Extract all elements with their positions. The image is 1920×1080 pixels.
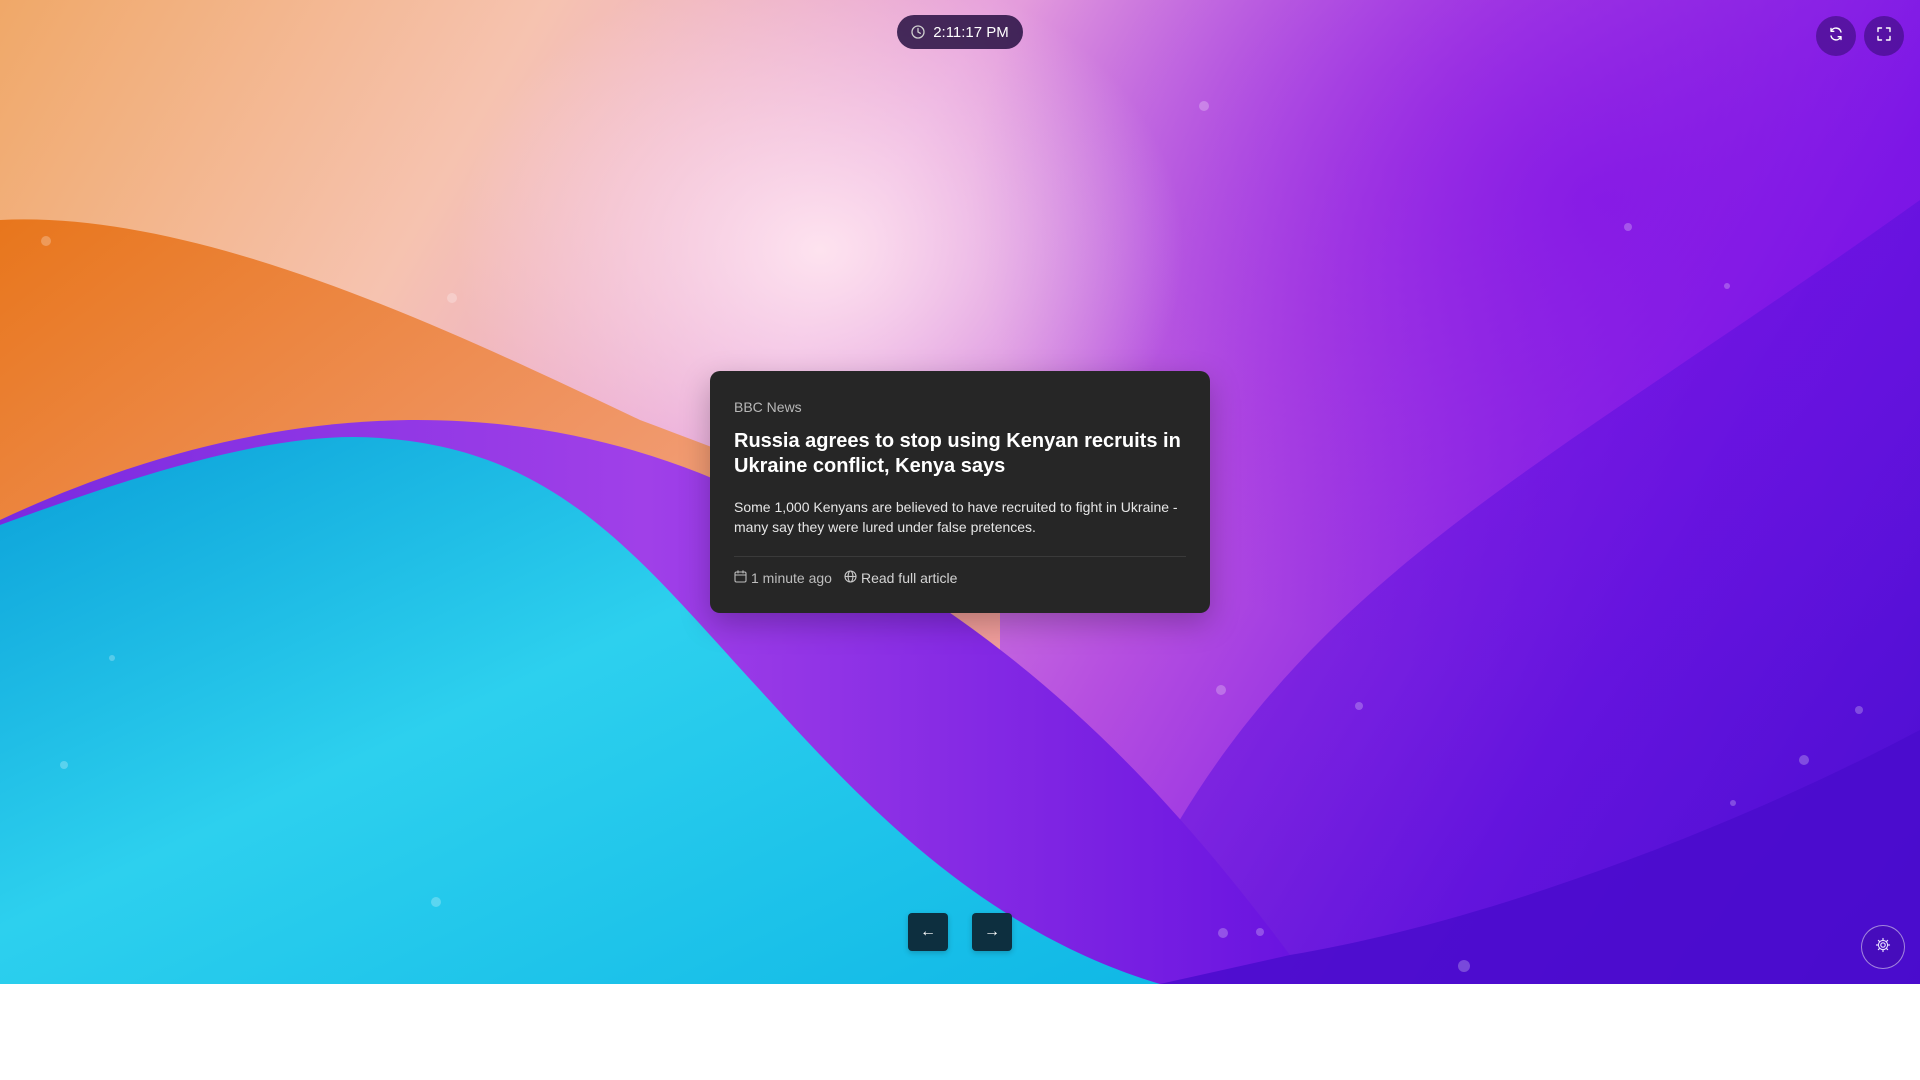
read-full-article-link[interactable]: Read full article [844,570,958,586]
news-meta: 1 minute ago Read full article [734,570,1186,586]
fullscreen-button[interactable] [1864,16,1904,56]
news-card: BBC News Russia agrees to stop using Ken… [710,371,1210,613]
clock-pill: 2:11:17 PM [897,15,1023,49]
calendar-icon [734,570,747,586]
globe-icon [844,570,857,586]
published-time: 1 minute ago [734,570,832,586]
refresh-icon [1828,26,1844,47]
news-headline: Russia agrees to stop using Kenyan recru… [734,430,1181,477]
clock-time: 2:11:17 PM [933,23,1009,41]
settings-button[interactable] [1861,925,1905,969]
fullscreen-icon [1877,26,1891,46]
published-time-text: 1 minute ago [751,570,832,586]
news-source: BBC News [734,399,802,415]
news-summary: Some 1,000 Kenyans are believed to have … [734,499,1178,535]
previous-article-button[interactable]: ← [908,913,948,951]
next-article-button[interactable]: → [972,913,1012,951]
card-divider [734,556,1186,557]
clock-icon [911,25,925,39]
refresh-button[interactable] [1816,16,1856,56]
gear-icon [1875,937,1891,958]
read-full-article-text: Read full article [860,570,958,586]
